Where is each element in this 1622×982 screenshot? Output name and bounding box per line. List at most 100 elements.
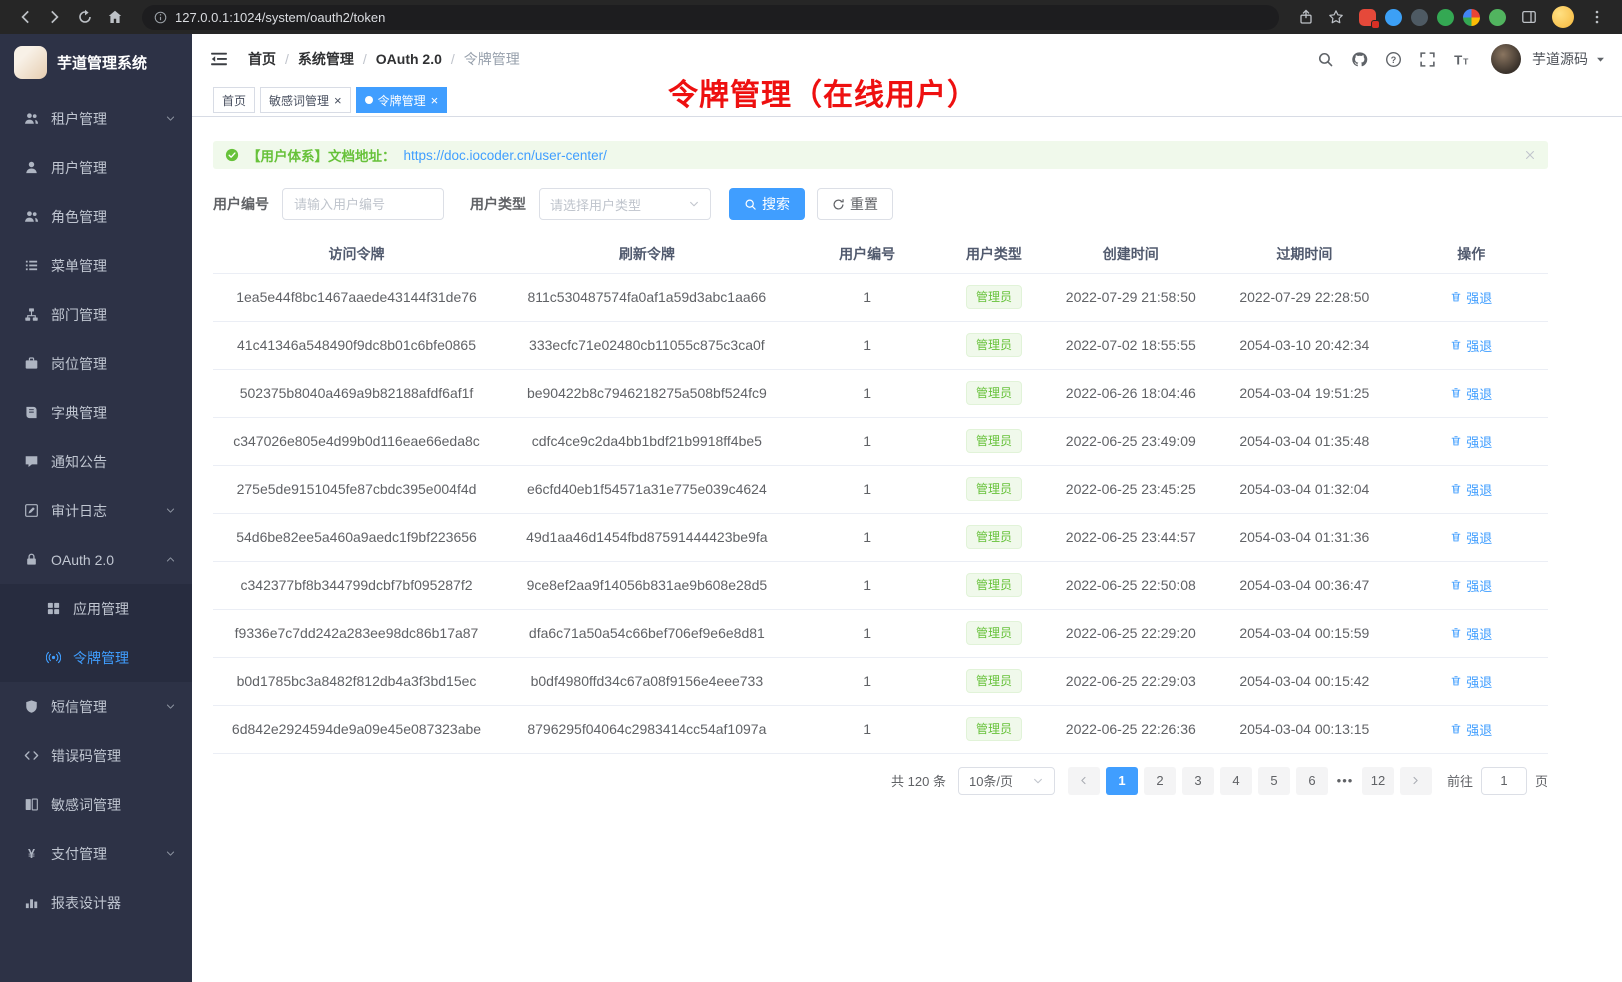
sidebar-item-user[interactable]: 用户管理: [0, 143, 192, 192]
user-name[interactable]: 芋道源码: [1532, 49, 1588, 69]
sidebar-item-menu[interactable]: 菜单管理: [0, 241, 192, 290]
side-panel-icon[interactable]: [1516, 4, 1542, 30]
page-button-5[interactable]: 5: [1258, 767, 1290, 795]
sidebar-item-dict[interactable]: 字典管理: [0, 388, 192, 437]
share-icon[interactable]: [1293, 4, 1319, 30]
help-icon[interactable]: ?: [1385, 51, 1402, 68]
delete-icon: [1450, 291, 1462, 303]
sidebar-item-tenant[interactable]: 租户管理: [0, 94, 192, 143]
force-logout-button[interactable]: 强退: [1450, 528, 1492, 547]
column-header: 用户类型: [941, 236, 1048, 273]
user-id-cell: 1: [794, 609, 941, 657]
sidebar-item-notice[interactable]: 通知公告: [0, 437, 192, 486]
force-logout-button[interactable]: 强退: [1450, 288, 1492, 307]
bookmark-star-icon[interactable]: [1323, 4, 1349, 30]
sidebar-item-label: 岗位管理: [51, 354, 176, 374]
page-button-2[interactable]: 2: [1144, 767, 1176, 795]
sidebar-item-oauth2-token[interactable]: 令牌管理: [0, 633, 192, 682]
search-button[interactable]: 搜索: [729, 188, 805, 220]
extension-icon[interactable]: [1359, 9, 1376, 26]
sidebar-item-role[interactable]: 角色管理: [0, 192, 192, 241]
tab-close-icon[interactable]: ×: [431, 94, 439, 107]
action-cell: 强退: [1394, 465, 1548, 513]
back-icon[interactable]: [12, 4, 38, 30]
user-type-cell: 管理员: [941, 705, 1048, 753]
user-caret-down-icon[interactable]: [1595, 54, 1606, 65]
tab-sensitive-word[interactable]: 敏感词管理×: [260, 87, 351, 113]
create-time-cell: 2022-06-25 23:44:57: [1047, 513, 1214, 561]
breadcrumb-item[interactable]: 首页: [248, 49, 276, 69]
search-icon[interactable]: [1317, 51, 1334, 68]
page-size-select[interactable]: 10条/页: [958, 767, 1055, 795]
menu-fold-icon[interactable]: [210, 50, 228, 68]
extension-icon[interactable]: [1489, 9, 1506, 26]
site-info-icon[interactable]: [154, 11, 167, 24]
force-logout-button[interactable]: 强退: [1450, 432, 1492, 451]
force-logout-button[interactable]: 强退: [1450, 672, 1492, 691]
font-size-icon[interactable]: TT: [1453, 51, 1470, 68]
alert-link[interactable]: https://doc.iocoder.cn/user-center/: [404, 148, 607, 163]
topbar-actions: ? TT 芋道源码: [1317, 44, 1606, 74]
sidebar-item-label: 菜单管理: [51, 256, 176, 276]
extension-icon[interactable]: [1437, 9, 1454, 26]
chevron-left-icon: [1078, 775, 1089, 786]
user-id-input[interactable]: [282, 188, 444, 220]
page-button-4[interactable]: 4: [1220, 767, 1252, 795]
force-logout-button[interactable]: 强退: [1450, 384, 1492, 403]
screen: 127.0.0.1:1024/system/oauth2/token 芋道管理系…: [0, 0, 1622, 982]
address-bar[interactable]: 127.0.0.1:1024/system/oauth2/token: [142, 5, 1279, 30]
fullscreen-icon[interactable]: [1419, 51, 1436, 68]
page-button-1[interactable]: 1: [1106, 767, 1138, 795]
reset-button-label: 重置: [850, 194, 878, 214]
reload-icon[interactable]: [72, 4, 98, 30]
user-id-cell: 1: [794, 321, 941, 369]
tab-close-icon[interactable]: ×: [334, 94, 342, 107]
table-row: 54d6be82ee5a460a9aedc1f9bf22365649d1aa46…: [213, 513, 1548, 561]
user-type-label: 用户类型: [470, 194, 526, 214]
goto-page-input[interactable]: [1481, 767, 1527, 795]
extension-icon[interactable]: [1385, 9, 1402, 26]
user-id-cell: 1: [794, 657, 941, 705]
user-type-select[interactable]: 请选择用户类型: [539, 188, 711, 220]
browser-profile-avatar[interactable]: [1552, 6, 1574, 28]
reset-button[interactable]: 重置: [817, 188, 893, 220]
forward-icon[interactable]: [42, 4, 68, 30]
extension-icon[interactable]: [1411, 9, 1428, 26]
page-button-6[interactable]: 6: [1296, 767, 1328, 795]
force-logout-button[interactable]: 强退: [1450, 480, 1492, 499]
force-logout-button[interactable]: 强退: [1450, 336, 1492, 355]
page-button-12[interactable]: 12: [1362, 767, 1394, 795]
sidebar-item-error-code[interactable]: 错误码管理: [0, 731, 192, 780]
tab-home[interactable]: 首页: [213, 87, 255, 113]
refresh-token-cell: be90422b8c7946218275a508bf524fc9: [500, 369, 794, 417]
browser-menu-icon[interactable]: [1584, 4, 1610, 30]
force-logout-button[interactable]: 强退: [1450, 720, 1492, 739]
sidebar-item-post[interactable]: 岗位管理: [0, 339, 192, 388]
breadcrumb-item[interactable]: 系统管理: [298, 49, 354, 69]
column-header: 刷新令牌: [500, 236, 794, 273]
home-icon[interactable]: [102, 4, 128, 30]
chevron-down-icon: [165, 113, 176, 124]
prev-page-button[interactable]: [1068, 767, 1100, 795]
sidebar-item-audit-log[interactable]: 审计日志: [0, 486, 192, 535]
sidebar-item-report[interactable]: 报表设计器: [0, 878, 192, 927]
sidebar-item-sms[interactable]: 短信管理: [0, 682, 192, 731]
github-icon[interactable]: [1351, 51, 1368, 68]
force-logout-button[interactable]: 强退: [1450, 624, 1492, 643]
next-page-button[interactable]: [1400, 767, 1432, 795]
sidebar-item-sensitive-word[interactable]: 敏感词管理: [0, 780, 192, 829]
sidebar-item-dept[interactable]: 部门管理: [0, 290, 192, 339]
user-avatar[interactable]: [1491, 44, 1521, 74]
page-button-3[interactable]: 3: [1182, 767, 1214, 795]
sidebar-item-oauth2-app[interactable]: 应用管理: [0, 584, 192, 633]
user-id-cell: 1: [794, 513, 941, 561]
force-logout-button[interactable]: 强退: [1450, 576, 1492, 595]
breadcrumb-item[interactable]: OAuth 2.0: [376, 51, 442, 67]
sidebar-item-pay[interactable]: ¥支付管理: [0, 829, 192, 878]
alert-close-icon[interactable]: [1524, 149, 1536, 161]
extension-icon[interactable]: [1463, 9, 1480, 26]
tab-token[interactable]: 令牌管理×: [356, 87, 448, 113]
pagination-ellipsis[interactable]: •••: [1331, 773, 1359, 788]
sidebar-item-oauth2[interactable]: OAuth 2.0: [0, 535, 192, 584]
alert-text: 【用户体系】文档地址：: [247, 145, 396, 165]
